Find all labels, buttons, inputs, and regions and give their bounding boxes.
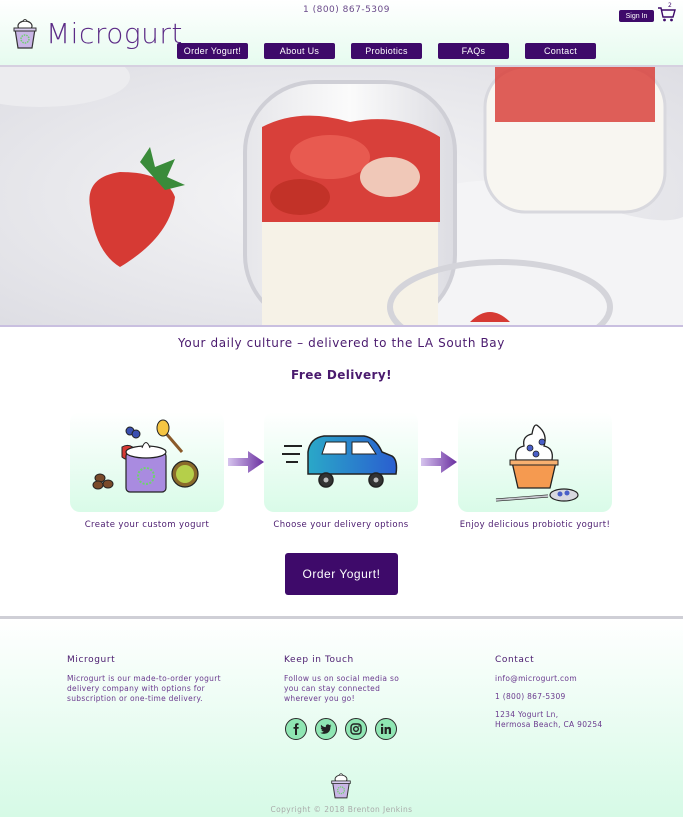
footer-contact-title: Contact xyxy=(495,655,535,665)
yogurt-jars-photo xyxy=(0,67,683,325)
cart-count-badge: 2 xyxy=(668,2,672,9)
yogurt-ingredients-icon xyxy=(92,419,199,493)
hero-divider xyxy=(0,325,683,327)
header-phone[interactable]: 1 (800) 867-5309 xyxy=(303,5,390,15)
nav-faqs[interactable]: FAQs xyxy=(438,43,509,59)
nav-order-yogurt[interactable]: Order Yogurt! xyxy=(177,43,248,59)
frozen-yogurt-icon xyxy=(495,424,579,502)
hero-image xyxy=(0,67,683,325)
step-card-create xyxy=(70,412,224,512)
arrow-right-icon xyxy=(421,451,457,473)
tagline: Your daily culture – delivered to the LA… xyxy=(178,336,505,350)
step-label-enjoy: Enjoy delicious probiotic yogurt! xyxy=(459,520,611,530)
footer-social-title: Keep in Touch xyxy=(284,655,354,665)
step-label-delivery: Choose your delivery options xyxy=(273,520,409,530)
copyright-text: Copyright © 2018 Brenton Jenkins xyxy=(270,805,413,814)
logo[interactable]: Microgurt xyxy=(12,17,183,50)
footer-about-title: Microgurt xyxy=(67,655,116,665)
step-card-enjoy xyxy=(458,412,612,512)
twitter-icon[interactable] xyxy=(315,718,337,740)
footer-social-text: Follow us on social media so you can sta… xyxy=(284,674,400,703)
instagram-icon[interactable] xyxy=(345,718,367,740)
footer-about-text: Microgurt is our made-to-order yogurt de… xyxy=(67,674,221,703)
order-yogurt-cta-button[interactable]: Order Yogurt! xyxy=(285,553,398,595)
nav-probiotics[interactable]: Probiotics xyxy=(351,43,422,59)
linkedin-icon[interactable] xyxy=(375,718,397,740)
footer-address-line1: 1234 Yogurt Ln, xyxy=(495,710,559,719)
brand-name: Microgurt xyxy=(46,17,183,50)
nav-about-us[interactable]: About Us xyxy=(264,43,335,59)
free-delivery-heading: Free Delivery! xyxy=(291,368,392,382)
facebook-icon[interactable] xyxy=(285,718,307,740)
step-label-create: Create your custom yogurt xyxy=(84,520,210,530)
cart-icon[interactable] xyxy=(657,4,677,24)
nav-contact[interactable]: Contact xyxy=(525,43,596,59)
yogurt-cup-logo-icon[interactable] xyxy=(330,771,352,801)
car-icon xyxy=(282,435,398,488)
footer-email-link[interactable]: info@microgurt.com xyxy=(495,674,577,684)
step-card-delivery xyxy=(264,412,418,512)
footer-phone[interactable]: 1 (800) 867-5309 xyxy=(495,692,566,702)
arrow-right-icon xyxy=(228,451,264,473)
sign-in-button[interactable]: Sign In xyxy=(619,10,654,22)
yogurt-cup-logo-icon xyxy=(13,18,37,49)
site-header: Microgurt 1 (800) 867-5309 Sign In 2 Ord… xyxy=(0,0,683,67)
footer-address-line2: Hermosa Beach, CA 90254 xyxy=(495,720,603,729)
